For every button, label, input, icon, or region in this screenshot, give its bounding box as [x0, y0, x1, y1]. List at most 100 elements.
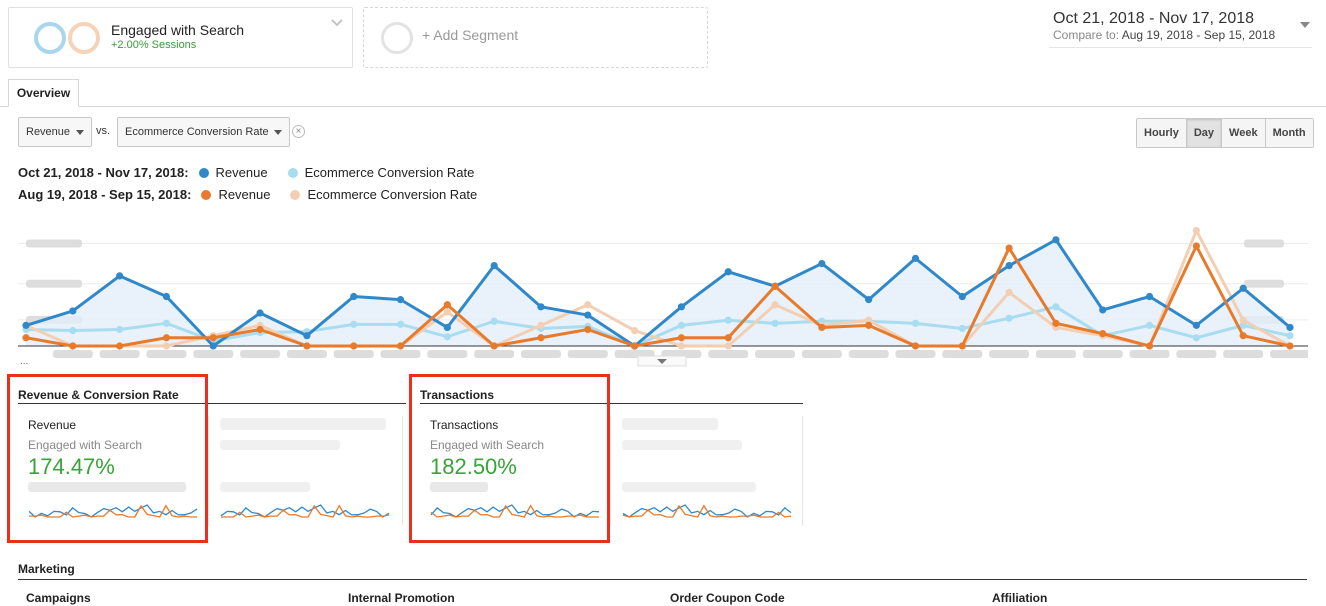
date-range-picker[interactable]: Oct 21, 2018 - Nov 17, 2018 Compare to: …	[1049, 6, 1312, 48]
month-button[interactable]: Month	[1265, 119, 1313, 147]
series-point	[630, 326, 639, 335]
blurred-x-tick	[52, 350, 93, 358]
series-point	[69, 342, 77, 350]
series-point	[1099, 330, 1107, 338]
blurred-x-tick	[708, 350, 749, 358]
segment-card-engaged-with-search[interactable]: Engaged with Search +2.00% Sessions	[8, 7, 353, 68]
series-point	[1005, 288, 1013, 296]
blurred-axis-label	[1244, 239, 1284, 248]
blurred-value	[220, 482, 310, 492]
series-point	[771, 282, 779, 290]
marketing-col-order-coupon-code[interactable]: Order Coupon Code	[670, 591, 785, 605]
blurred-x-tick	[1129, 350, 1170, 358]
tab-overview[interactable]: Overview	[8, 79, 79, 107]
series-point	[630, 342, 639, 350]
remove-metric-icon[interactable]: ×	[292, 125, 305, 138]
series-point	[1192, 226, 1200, 235]
blurred-tile-subtitle	[622, 440, 742, 450]
series-point	[350, 342, 358, 350]
section-title-marketing: Marketing	[18, 562, 75, 576]
blurred-x-tick	[146, 350, 187, 358]
legend-range: Aug 19, 2018 - Sep 15, 2018:	[18, 187, 192, 202]
blurred-x-tick	[427, 350, 468, 358]
primary-metric-select[interactable]: Revenue	[18, 117, 92, 147]
series-point	[1052, 303, 1060, 311]
series-point	[1005, 244, 1013, 252]
date-range-main: Oct 21, 2018 - Nov 17, 2018	[1053, 10, 1255, 27]
date-range-compare: Compare to: Aug 19, 2018 - Sep 15, 2018	[1053, 28, 1275, 42]
marketing-col-affiliation[interactable]: Affiliation	[992, 591, 1047, 605]
series-point	[69, 307, 77, 315]
secondary-metric-select[interactable]: Ecommerce Conversion Rate	[117, 117, 290, 147]
series-point	[911, 319, 920, 327]
series-point	[396, 342, 405, 350]
series-point	[1239, 332, 1247, 340]
day-button[interactable]: Day	[1186, 119, 1223, 147]
legend-dot-icon	[201, 189, 212, 200]
blurred-x-tick	[99, 350, 140, 358]
blurred-axis-label	[26, 239, 82, 248]
series-point	[303, 332, 311, 340]
x-axis-ellipsis: ...	[20, 356, 28, 367]
tab-bar-divider	[0, 106, 1326, 107]
line-chart[interactable]: ...	[18, 208, 1308, 368]
series-point	[1145, 342, 1154, 350]
marketing-col-internal-promotion[interactable]: Internal Promotion	[348, 591, 455, 605]
blurred-x-tick	[474, 350, 515, 358]
series-point	[350, 320, 358, 328]
week-button[interactable]: Week	[1222, 119, 1266, 147]
series-point	[116, 342, 124, 350]
series-point	[69, 326, 77, 335]
series-point	[584, 311, 592, 319]
blurred-x-tick	[848, 350, 889, 358]
blurred-x-tick	[380, 350, 421, 358]
series-point	[443, 308, 451, 316]
series-point	[256, 325, 264, 334]
sparkline-conversion	[220, 504, 390, 518]
blurred-tile-title	[622, 418, 718, 430]
series-point	[1286, 332, 1294, 340]
tile-separator	[802, 416, 803, 526]
series-point	[958, 342, 966, 350]
series-point	[677, 342, 686, 350]
caret-down-icon	[76, 130, 84, 135]
blurred-value	[622, 482, 756, 492]
series-point	[537, 334, 545, 342]
series-point	[958, 292, 966, 301]
series-point	[865, 321, 873, 329]
caret-down-icon	[274, 130, 282, 135]
empty-segment-ring-icon	[381, 22, 413, 54]
tile-separator	[610, 416, 611, 526]
series-point	[162, 342, 171, 350]
series-point	[256, 309, 264, 317]
series-point	[443, 301, 451, 309]
segment-subtitle: +2.00% Sessions	[111, 39, 197, 51]
series-point	[958, 324, 966, 333]
blurred-x-tick	[1035, 350, 1076, 358]
series-point	[1145, 321, 1154, 329]
series-point	[443, 323, 451, 332]
series-point	[1145, 292, 1154, 301]
segment-donut-previous-icon	[68, 22, 100, 54]
series-point	[584, 325, 592, 334]
series-point	[1192, 321, 1200, 329]
series-point	[22, 321, 30, 329]
series-point	[818, 259, 826, 268]
blurred-x-tick	[286, 350, 327, 358]
legend-label: Revenue	[215, 165, 268, 180]
blurred-x-tick	[942, 350, 983, 358]
primary-metric-label: Revenue	[26, 126, 71, 138]
series-point	[209, 342, 217, 350]
tile-separator	[402, 416, 403, 526]
series-point	[350, 292, 358, 301]
blurred-tile-title	[220, 418, 386, 430]
sparkline-current	[220, 504, 390, 518]
add-segment-card[interactable]: + Add Segment	[363, 7, 708, 68]
series-point	[818, 323, 826, 332]
hourly-button[interactable]: Hourly	[1137, 119, 1187, 147]
compare-prefix: Compare to:	[1053, 28, 1120, 42]
granularity-toggle: Hourly Day Week Month	[1136, 118, 1314, 148]
legend-label: Revenue	[218, 187, 271, 202]
chevron-down-icon[interactable]	[330, 16, 344, 30]
marketing-col-campaigns[interactable]: Campaigns	[26, 591, 91, 605]
